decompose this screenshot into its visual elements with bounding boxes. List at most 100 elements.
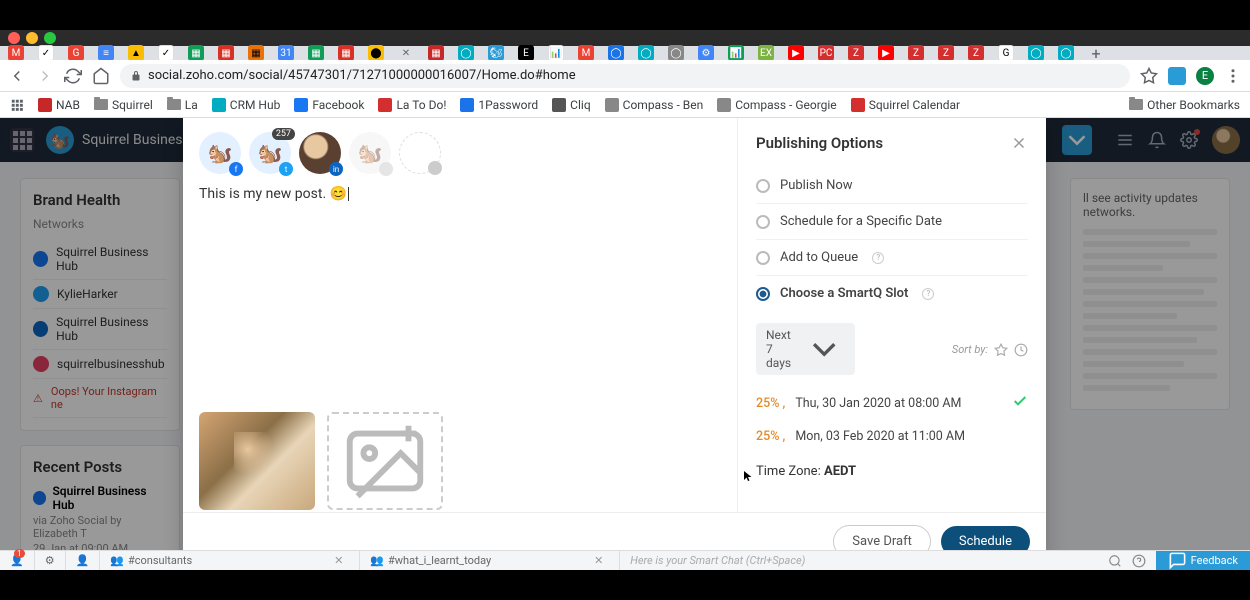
smartq-slot[interactable]: 25% , Mon, 03 Feb 2020 at 11:00 AM — [756, 421, 1028, 452]
feedback-button[interactable]: Feedback — [1156, 551, 1250, 570]
bookmark-item[interactable]: Cliq — [552, 98, 590, 112]
chat-unread-item[interactable]: 1👤 — [0, 551, 35, 570]
hashtag-tab[interactable]: 👥#consultants✕ — [100, 551, 360, 570]
facebook-icon: f — [229, 162, 243, 176]
tab-icon[interactable]: ◯ — [608, 45, 624, 61]
address-bar[interactable]: social.zoho.com/social/45747301/71271000… — [120, 64, 1130, 88]
option-schedule-date[interactable]: Schedule for a Specific Date — [756, 204, 1028, 240]
tab-icon[interactable]: ▦ — [308, 45, 324, 61]
extension-icon[interactable] — [1168, 67, 1186, 85]
star-bookmark-icon[interactable] — [1140, 67, 1158, 85]
tab-icon[interactable]: ◯ — [458, 45, 474, 61]
tab-icon[interactable]: 31 — [278, 45, 294, 61]
tab-icon[interactable]: ▦ — [188, 45, 204, 61]
channel-twitter[interactable]: 🐿️257t — [249, 132, 291, 174]
forward-button[interactable] — [36, 67, 54, 85]
tab-icon[interactable]: ▦ — [218, 45, 234, 61]
tab-icon[interactable]: M — [8, 45, 24, 61]
reload-button[interactable] — [64, 67, 82, 85]
option-add-queue[interactable]: Add to Queue? — [756, 240, 1028, 276]
post-text-area[interactable]: This is my new post. 😊 — [199, 186, 721, 226]
close-icon[interactable] — [1010, 134, 1028, 152]
add-media-button[interactable] — [327, 412, 443, 510]
hashtag-tab[interactable]: 👥#what_i_learnt_today✕ — [360, 551, 620, 570]
close-icon[interactable]: ✕ — [588, 554, 609, 567]
tab-icon[interactable]: ▶ — [788, 45, 804, 61]
bookmark-item[interactable]: La To Do! — [378, 98, 446, 112]
channel-disabled[interactable]: 🐿️ — [349, 132, 391, 174]
tab-icon[interactable]: 📊 — [548, 45, 564, 61]
bookmark-item[interactable]: CRM Hub — [212, 98, 281, 112]
tab-icon[interactable]: Z — [848, 45, 864, 61]
bottom-item[interactable]: ⚙ — [35, 551, 66, 570]
tab-icon[interactable]: ▶ — [878, 45, 894, 61]
sort-star-icon[interactable] — [994, 342, 1008, 356]
tab-icon[interactable]: ✓ — [38, 45, 54, 61]
slot-time: Thu, 30 Jan 2020 at 08:00 AM — [795, 396, 1002, 411]
bottom-item[interactable]: 👤 — [66, 551, 101, 570]
tab-icon[interactable]: Z — [968, 45, 984, 61]
apps-icon[interactable] — [10, 98, 24, 112]
smartq-slot[interactable]: 25% , Thu, 30 Jan 2020 at 08:00 AM — [756, 385, 1028, 421]
minimize-window[interactable] — [26, 32, 38, 44]
tab-icon[interactable]: ▦ — [428, 45, 444, 61]
tab-icon[interactable]: ◯ — [1028, 45, 1044, 61]
home-button[interactable] — [92, 67, 110, 85]
disabled-icon — [379, 162, 393, 176]
bookmark-item[interactable]: NAB — [38, 98, 80, 112]
tab-icon[interactable]: ▲ — [128, 45, 144, 61]
bookmark-item[interactable]: Facebook — [294, 98, 364, 112]
tab-icon[interactable]: Z — [908, 45, 924, 61]
help-icon[interactable] — [1132, 554, 1146, 568]
tab-icon[interactable]: E — [518, 45, 534, 61]
option-smartq[interactable]: Choose a SmartQ Slot? — [756, 276, 1028, 311]
option-publish-now[interactable]: Publish Now — [756, 168, 1028, 204]
bookmarks-bar: NAB Squirrel La CRM Hub Facebook La To D… — [0, 92, 1250, 118]
close-window[interactable] — [8, 32, 20, 44]
bookmark-item[interactable]: Squirrel Calendar — [851, 98, 960, 112]
channel-add[interactable] — [399, 132, 441, 174]
tab-icon[interactable]: ⚙ — [698, 45, 714, 61]
tab-icon[interactable]: ▦ — [248, 45, 264, 61]
tab-icon[interactable]: ◯ — [668, 45, 684, 61]
tab-icon[interactable]: ✕ — [398, 45, 414, 61]
help-icon[interactable]: ? — [922, 288, 934, 300]
channel-linkedin[interactable]: in — [299, 132, 341, 174]
profile-avatar[interactable]: E — [1196, 67, 1214, 85]
tab-icon[interactable]: G — [998, 45, 1014, 61]
tab-icon[interactable]: G — [68, 45, 84, 61]
tab-icon[interactable]: EX — [758, 45, 774, 61]
bookmark-item[interactable]: Compass - Georgie — [717, 98, 836, 112]
bookmark-item[interactable]: La — [167, 98, 198, 112]
tab-icon[interactable]: PC — [818, 45, 834, 61]
tab-icon[interactable]: M — [578, 45, 594, 61]
media-thumbnail[interactable] — [199, 412, 315, 510]
other-bookmarks[interactable]: Other Bookmarks — [1129, 98, 1240, 112]
search-icon[interactable] — [1108, 554, 1122, 568]
smart-chat-input[interactable]: Here is your Smart Chat (Ctrl+Space) — [620, 554, 1097, 567]
bookmark-item[interactable]: Compass - Ben — [605, 98, 704, 112]
close-icon[interactable]: ✕ — [328, 554, 349, 567]
bookmark-item[interactable]: Squirrel — [94, 98, 153, 112]
tab-icon[interactable]: ⬤ — [368, 45, 384, 61]
timezone-label: Time Zone: AEDT — [756, 464, 1028, 479]
bookmark-item[interactable]: 1Password — [460, 98, 538, 112]
tab-icon[interactable]: ≡ — [98, 45, 114, 61]
tab-icon[interactable]: 📊 — [728, 45, 744, 61]
tab-icon[interactable]: ✓ — [158, 45, 174, 61]
tab-icon[interactable]: ◯ — [638, 45, 654, 61]
tab-icon[interactable]: ▦ — [338, 45, 354, 61]
tab-icon[interactable]: ◯ — [1058, 45, 1074, 61]
back-button[interactable] — [8, 67, 26, 85]
sort-clock-icon[interactable] — [1014, 342, 1028, 356]
menu-icon[interactable] — [1224, 67, 1242, 85]
help-icon[interactable]: ? — [872, 252, 884, 264]
maximize-window[interactable] — [44, 32, 56, 44]
slot-percent: 25% , — [756, 429, 785, 444]
tab-icon[interactable]: Z — [938, 45, 954, 61]
window-titlebar — [0, 30, 1250, 46]
channel-facebook[interactable]: 🐿️f — [199, 132, 241, 174]
date-range-dropdown[interactable]: Next 7 days — [756, 323, 855, 375]
tab-icon[interactable]: 🐿 — [488, 45, 504, 61]
new-tab-button[interactable]: + — [1088, 45, 1104, 61]
